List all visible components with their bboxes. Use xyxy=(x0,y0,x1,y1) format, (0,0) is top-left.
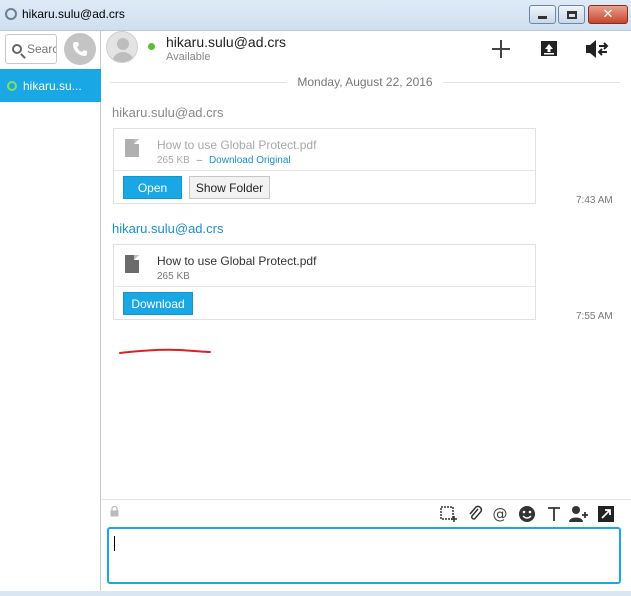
mention-button[interactable]: @ xyxy=(490,504,510,524)
message-time: 7:43 AM xyxy=(576,195,613,206)
window-client: hikaru.su... hikaru.sulu@ad.crs Availabl… xyxy=(0,30,631,596)
phone-icon xyxy=(73,42,87,56)
text-format-button[interactable] xyxy=(544,504,564,524)
share-screen-icon xyxy=(541,41,557,56)
file-name: How to use Global Protect.pdf xyxy=(157,254,317,268)
screenshot-icon xyxy=(440,506,457,522)
composer-toolbar: @ xyxy=(102,499,631,527)
close-button[interactable]: ✕ xyxy=(588,5,628,24)
document-icon xyxy=(125,139,139,157)
add-button[interactable] xyxy=(489,37,513,61)
call-transfer-button[interactable] xyxy=(585,37,609,61)
document-icon xyxy=(125,255,139,273)
attach-button[interactable] xyxy=(465,504,485,524)
window-title: hikaru.sulu@ad.crs xyxy=(22,7,125,21)
search-icon xyxy=(12,44,22,54)
add-person-icon xyxy=(569,506,588,522)
file-transfer-card: How to use Global Protect.pdf 265 KB – D… xyxy=(113,128,536,204)
lock-icon xyxy=(110,506,119,517)
maximize-icon xyxy=(566,10,577,19)
close-icon: ✕ xyxy=(602,7,614,22)
file-name: How to use Global Protect.pdf xyxy=(157,138,317,152)
maximize-button[interactable] xyxy=(558,5,585,24)
minimize-button[interactable] xyxy=(529,5,556,24)
separator: – xyxy=(196,155,203,166)
file-size: 265 KB xyxy=(157,271,190,282)
open-button[interactable]: Open xyxy=(123,176,182,199)
presence-dot xyxy=(148,43,155,50)
contact-list-item[interactable]: hikaru.su... xyxy=(0,69,101,102)
download-original-link[interactable]: Download Original xyxy=(209,155,291,166)
expand-icon xyxy=(598,506,614,522)
add-icon xyxy=(492,40,510,58)
date-divider: Monday, August 22, 2016 xyxy=(110,74,620,90)
download-button[interactable]: Download xyxy=(123,292,193,315)
file-transfer-card: How to use Global Protect.pdf 265 KB Dow… xyxy=(113,244,536,320)
add-person-button[interactable] xyxy=(569,504,589,524)
screenshot-button[interactable] xyxy=(439,504,459,524)
conversation-header: hikaru.sulu@ad.crs Available xyxy=(102,31,631,67)
message-time: 7:55 AM xyxy=(576,311,613,322)
date-label: Monday, August 22, 2016 xyxy=(297,75,433,89)
presence-indicator xyxy=(7,80,17,91)
message-sender: hikaru.sulu@ad.crs xyxy=(112,105,224,120)
show-folder-button[interactable]: Show Folder xyxy=(189,176,270,199)
window-titlebar: hikaru.sulu@ad.crs ✕ xyxy=(0,0,631,30)
file-size: 265 KB xyxy=(157,155,190,166)
red-underline-annotation xyxy=(119,348,211,354)
contact-name: hikaru.su... xyxy=(23,78,82,93)
app-icon xyxy=(5,8,17,20)
text-caret xyxy=(114,536,115,551)
message-input[interactable] xyxy=(107,527,621,584)
emoji-button[interactable] xyxy=(517,504,537,524)
search-field[interactable] xyxy=(5,34,57,64)
emoji-icon xyxy=(519,506,535,522)
header-status: Available xyxy=(166,51,211,63)
header-contact-name: hikaru.sulu@ad.crs xyxy=(166,34,287,50)
call-transfer-icon xyxy=(586,40,609,58)
sidebar: hikaru.su... xyxy=(0,31,101,591)
call-button[interactable] xyxy=(64,33,96,65)
search-input[interactable] xyxy=(27,42,56,56)
minimize-icon xyxy=(538,16,547,19)
avatar[interactable] xyxy=(106,31,138,63)
message-sender: hikaru.sulu@ad.crs xyxy=(112,221,224,236)
mention-icon: @ xyxy=(492,505,508,523)
expand-button[interactable] xyxy=(596,504,616,524)
text-format-icon xyxy=(548,507,560,521)
attach-icon xyxy=(469,505,483,520)
share-screen-button[interactable] xyxy=(537,37,561,61)
